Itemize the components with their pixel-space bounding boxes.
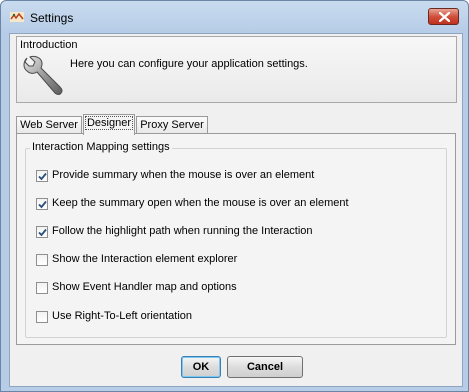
option-label: Keep the summary open when the mouse is … [52, 197, 349, 209]
app-icon [10, 12, 24, 22]
checkbox[interactable] [36, 226, 48, 238]
cancel-button-label: Cancel [246, 361, 284, 373]
cancel-button[interactable]: Cancel [227, 356, 303, 378]
tab-designer-label: Designer [84, 116, 134, 130]
tab-proxy-server-label: Proxy Server [140, 119, 204, 131]
checkmark-icon [38, 228, 47, 237]
option-label: Provide summary when the mouse is over a… [52, 169, 315, 181]
tab-designer[interactable]: Designer [83, 114, 135, 135]
settings-window: Settings Introduction Here you can confi… [0, 0, 469, 392]
dialog-content: Introduction Here you can configure your… [9, 33, 463, 387]
window-title: Settings [30, 11, 74, 25]
ok-button[interactable]: OK [181, 356, 221, 378]
designer-tab-panel: Interaction Mapping settings Provide sum… [16, 133, 456, 345]
tab-web-server-label: Web Server [20, 119, 78, 131]
checkbox[interactable] [36, 311, 48, 323]
introduction-panel: Introduction Here you can configure your… [16, 36, 457, 103]
checkbox[interactable] [36, 282, 48, 294]
ok-button-label: OK [192, 361, 210, 373]
close-icon [439, 12, 450, 22]
checkbox[interactable] [36, 254, 48, 266]
checkmark-icon [38, 200, 47, 209]
checkbox[interactable] [36, 198, 48, 210]
close-button[interactable] [428, 8, 459, 25]
introduction-text: Here you can configure your application … [70, 58, 308, 70]
option-label: Use Right-To-Left orientation [52, 310, 193, 322]
checkmark-icon [38, 172, 47, 181]
checkbox[interactable] [36, 170, 48, 182]
group-title: Interaction Mapping settings [30, 141, 172, 153]
title-bar[interactable]: Settings [1, 1, 468, 33]
interaction-mapping-group: Interaction Mapping settings Provide sum… [25, 141, 447, 338]
tab-proxy-server[interactable]: Proxy Server [136, 116, 208, 134]
option-label: Show Event Handler map and options [52, 281, 237, 293]
introduction-title: Introduction [20, 39, 78, 51]
option-label: Follow the highlight path when running t… [52, 225, 313, 237]
wrench-icon [23, 55, 63, 95]
option-label: Show the Interaction element explorer [52, 253, 238, 265]
tab-web-server[interactable]: Web Server [16, 116, 82, 134]
